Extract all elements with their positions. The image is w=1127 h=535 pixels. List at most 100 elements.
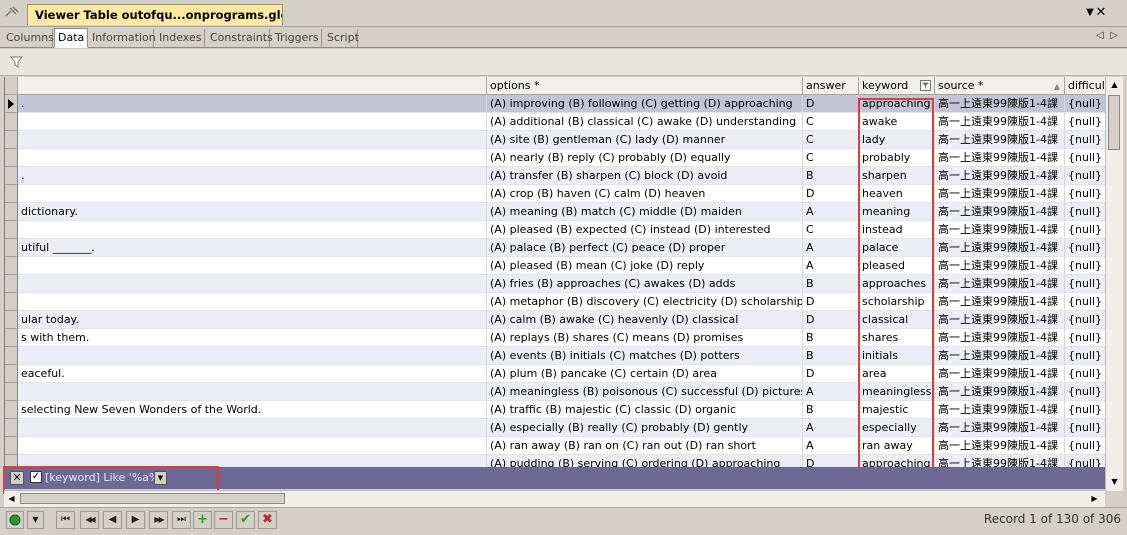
cell-answer[interactable]: B	[803, 347, 859, 365]
tab-script[interactable]: Script	[324, 29, 359, 47]
cell-answer[interactable]: A	[803, 239, 859, 257]
cell-source[interactable]: 高一上遠東99陳版1-4課	[935, 185, 1065, 203]
cell-question[interactable]	[18, 275, 487, 293]
cell-difficulty[interactable]: {null}	[1065, 167, 1106, 185]
nav-add-button[interactable]: +	[193, 511, 212, 529]
cell-options[interactable]: (A) plum (B) pancake (C) certain (D) are…	[487, 365, 803, 383]
cell-options[interactable]: (A) meaning (B) match (C) middle (D) mai…	[487, 203, 803, 221]
nav-prev-button[interactable]: ◀	[103, 511, 122, 529]
cell-answer[interactable]: D	[803, 455, 859, 467]
row-selector[interactable]	[5, 275, 18, 293]
cell-answer[interactable]: C	[803, 149, 859, 167]
cell-source[interactable]: 高一上遠東99陳版1-4課	[935, 455, 1065, 467]
cell-keyword[interactable]: sharpen	[859, 167, 935, 185]
nav-first-button[interactable]: ⏮	[56, 511, 75, 529]
row-selector[interactable]	[5, 149, 18, 167]
column-header-options[interactable]: options *	[487, 77, 803, 95]
column-header-difficulty[interactable]: difficult	[1065, 77, 1106, 95]
cell-source[interactable]: 高一上遠東99陳版1-4課	[935, 239, 1065, 257]
pin-icon[interactable]	[5, 6, 19, 18]
table-row[interactable]: (A) meaningless (B) poisonous (C) succes…	[5, 383, 1106, 401]
cell-question[interactable]: eaceful.	[18, 365, 487, 383]
tab-data[interactable]: Data	[54, 28, 88, 48]
column-header-keyword[interactable]: keyword	[859, 77, 935, 95]
cell-answer[interactable]: A	[803, 437, 859, 455]
scroll-down-icon[interactable]: ▼	[1108, 475, 1121, 489]
cell-keyword[interactable]: approaches	[859, 275, 935, 293]
row-selector[interactable]	[5, 347, 18, 365]
data-grid[interactable]: options * answer keyword source * ▲ diff…	[4, 77, 1106, 467]
cell-difficulty[interactable]: {null}	[1065, 365, 1106, 383]
cell-answer[interactable]: C	[803, 221, 859, 239]
cell-question[interactable]	[18, 131, 487, 149]
refresh-button[interactable]	[6, 511, 24, 529]
filter-enabled-checkbox[interactable]: ✓	[30, 471, 42, 483]
tab-constraints[interactable]: Constraints	[207, 29, 273, 47]
cell-difficulty[interactable]: {null}	[1065, 293, 1106, 311]
scroll-left-icon[interactable]: ◀	[5, 492, 18, 505]
row-selector[interactable]	[5, 257, 18, 275]
cell-keyword[interactable]: classical	[859, 311, 935, 329]
cell-difficulty[interactable]: {null}	[1065, 455, 1106, 467]
cell-keyword[interactable]: approaching	[859, 455, 935, 467]
cell-source[interactable]: 高一上遠東99陳版1-4課	[935, 293, 1065, 311]
cell-options[interactable]: (A) ran away (B) ran on (C) ran out (D) …	[487, 437, 803, 455]
tab-columns[interactable]: Columns	[3, 29, 54, 47]
cell-keyword[interactable]: area	[859, 365, 935, 383]
cell-question[interactable]	[18, 419, 487, 437]
refresh-options-dropdown-icon[interactable]: ▼	[27, 511, 44, 529]
table-row[interactable]: (A) metaphor (B) discovery (C) electrici…	[5, 293, 1106, 311]
cell-question[interactable]	[18, 185, 487, 203]
cell-question[interactable]	[18, 347, 487, 365]
cell-difficulty[interactable]: {null}	[1065, 131, 1106, 149]
row-selector[interactable]	[5, 113, 18, 131]
cell-source[interactable]: 高一上遠東99陳版1-4課	[935, 257, 1065, 275]
cell-keyword[interactable]: especially	[859, 419, 935, 437]
vertical-scroll-thumb[interactable]	[1108, 95, 1120, 150]
filter-icon[interactable]	[9, 56, 24, 68]
cell-difficulty[interactable]: {null}	[1065, 401, 1106, 419]
row-selector[interactable]	[5, 401, 18, 419]
cell-question[interactable]	[18, 383, 487, 401]
cell-options[interactable]: (A) site (B) gentleman (C) lady (D) mann…	[487, 131, 803, 149]
cell-source[interactable]: 高一上遠東99陳版1-4課	[935, 203, 1065, 221]
cell-answer[interactable]: B	[803, 275, 859, 293]
nav-next-button[interactable]: ▶	[126, 511, 145, 529]
cell-question[interactable]	[18, 455, 487, 467]
table-row[interactable]: (A) ran away (B) ran on (C) ran out (D) …	[5, 437, 1106, 455]
tab-indexes[interactable]: Indexes	[156, 29, 205, 47]
nav-apply-button[interactable]: ✔	[236, 511, 255, 529]
cell-question[interactable]: dictionary.	[18, 203, 487, 221]
cell-difficulty[interactable]: {null}	[1065, 149, 1106, 167]
cell-options[interactable]: (A) transfer (B) sharpen (C) block (D) a…	[487, 167, 803, 185]
cell-answer[interactable]: A	[803, 383, 859, 401]
vertical-scrollbar[interactable]: ▲ ▼	[1105, 77, 1123, 491]
cell-options[interactable]: (A) pleased (B) mean (C) joke (D) reply	[487, 257, 803, 275]
column-header-source[interactable]: source * ▲	[935, 77, 1065, 95]
cell-options[interactable]: (A) improving (B) following (C) getting …	[487, 95, 803, 113]
cell-options[interactable]: (A) palace (B) perfect (C) peace (D) pro…	[487, 239, 803, 257]
cell-difficulty[interactable]: {null}	[1065, 383, 1106, 401]
cell-keyword[interactable]: shares	[859, 329, 935, 347]
cell-answer[interactable]: D	[803, 95, 859, 113]
nav-cancel-button[interactable]: ✖	[258, 511, 277, 529]
row-selector[interactable]	[5, 203, 18, 221]
nav-next-page-button[interactable]: ▶▶	[149, 511, 168, 529]
cell-question[interactable]: utiful _______.	[18, 239, 487, 257]
cell-options[interactable]: (A) calm (B) awake (C) heavenly (D) clas…	[487, 311, 803, 329]
tab-scroll-left-icon[interactable]: ◁	[1094, 29, 1106, 43]
cell-question[interactable]	[18, 221, 487, 239]
cell-options[interactable]: (A) pudding (B) serving (C) ordering (D)…	[487, 455, 803, 467]
document-tab[interactable]: Viewer Table outofqu...onprograms.glossa…	[27, 4, 283, 25]
table-row[interactable]: (A) pleased (B) expected (C) instead (D)…	[5, 221, 1106, 239]
cell-question[interactable]: .	[18, 167, 487, 185]
table-row[interactable]: eaceful. (A) plum (B) pancake (C) certain…	[5, 365, 1106, 383]
cell-question[interactable]	[18, 257, 487, 275]
cell-source[interactable]: 高一上遠東99陳版1-4課	[935, 419, 1065, 437]
horizontal-scroll-thumb[interactable]	[20, 493, 285, 504]
table-row[interactable]: (A) nearly (B) reply (C) probably (D) eq…	[5, 149, 1106, 167]
cell-options[interactable]: (A) especially (B) really (C) probably (…	[487, 419, 803, 437]
row-selector[interactable]	[5, 437, 18, 455]
cell-source[interactable]: 高一上遠東99陳版1-4課	[935, 401, 1065, 419]
cell-answer[interactable]: B	[803, 329, 859, 347]
